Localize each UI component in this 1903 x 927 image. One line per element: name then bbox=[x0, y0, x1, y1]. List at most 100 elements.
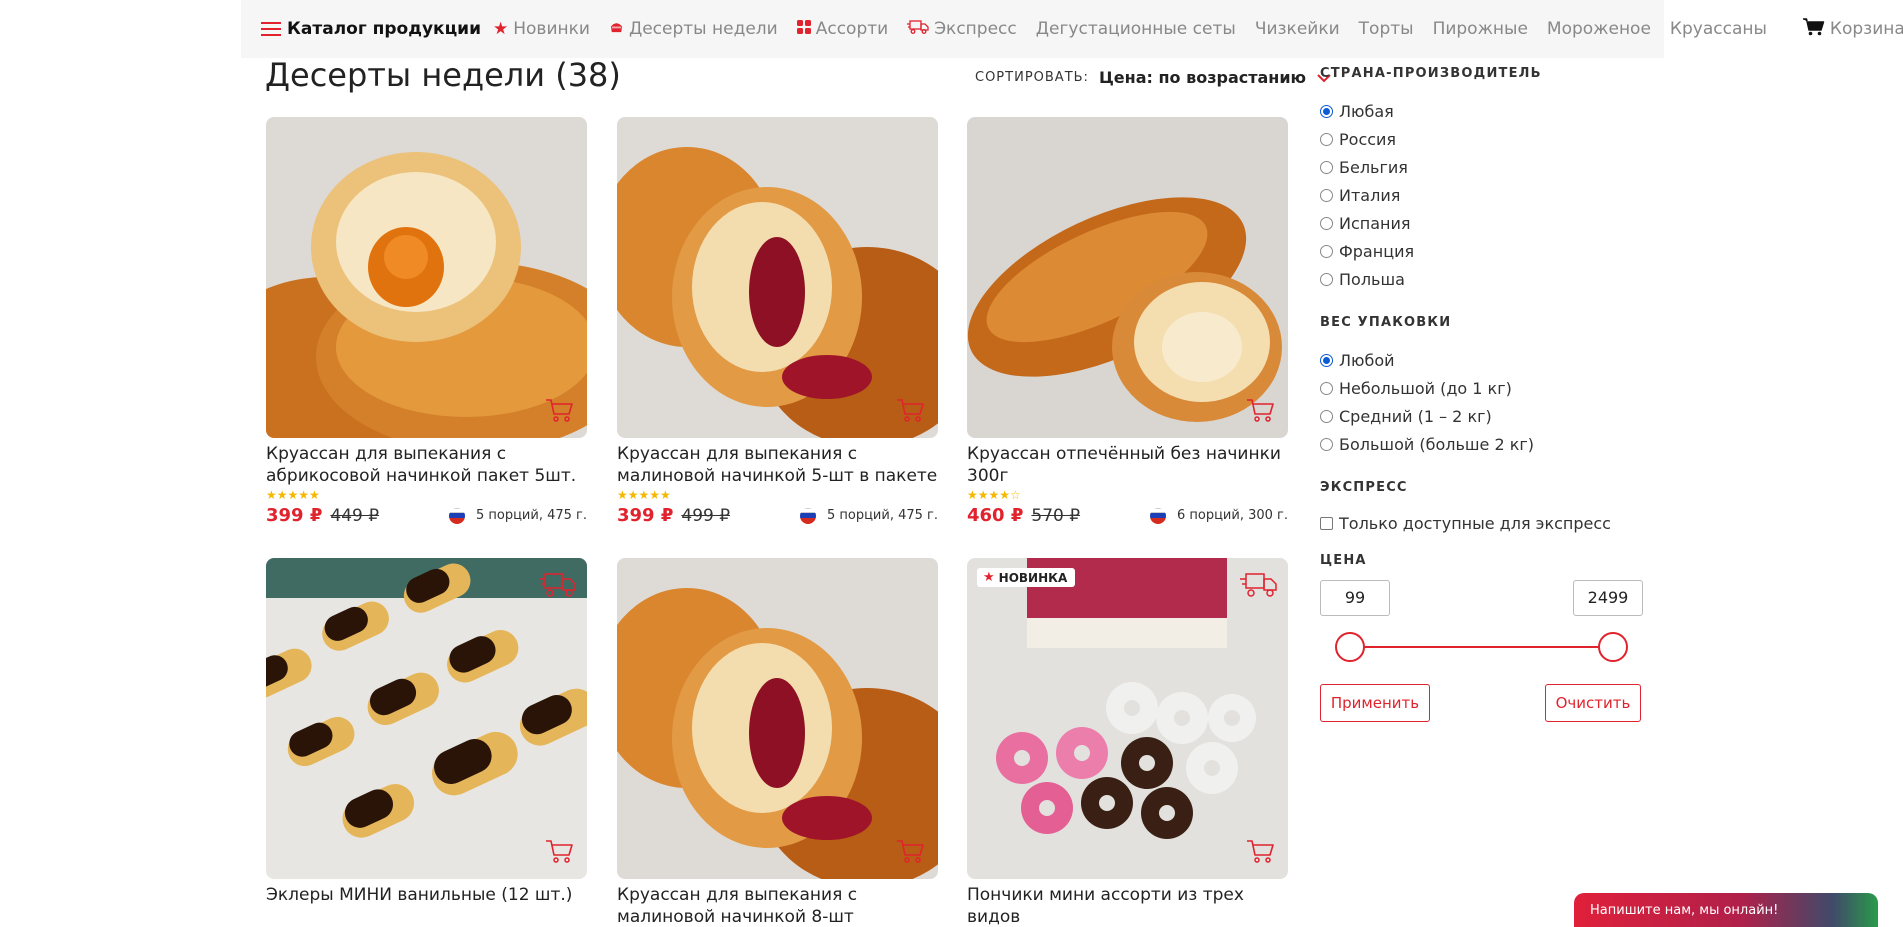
old-price: 449 ₽ bbox=[330, 506, 380, 526]
nav-item-express[interactable]: Экспресс bbox=[907, 19, 1017, 39]
country-option[interactable]: Любая bbox=[1320, 97, 1650, 125]
add-to-cart-icon[interactable] bbox=[1246, 398, 1276, 424]
rating-stars: ★★★★★ bbox=[617, 488, 671, 502]
product-name[interactable]: Круассан отпечённый без начинки 300г bbox=[967, 443, 1288, 487]
price-slider[interactable] bbox=[1320, 630, 1650, 664]
radio-button[interactable] bbox=[1320, 272, 1333, 286]
product-image[interactable] bbox=[617, 117, 938, 438]
product-image[interactable]: ★ НОВИНКА bbox=[967, 558, 1288, 879]
sort-dropdown[interactable]: СОРТИРОВАТЬ: Цена: по возрастанию bbox=[975, 68, 1332, 87]
country-option[interactable]: Италия bbox=[1320, 181, 1650, 209]
portion-weight: 5 порций, 475 г. bbox=[826, 508, 938, 523]
product-price: 460 ₽ 570 ₽ bbox=[967, 505, 1080, 526]
product-name[interactable]: Круассан для выпекания с малиновой начин… bbox=[617, 884, 938, 927]
option-label: Испания bbox=[1339, 213, 1411, 233]
product-name[interactable]: Круассан для выпекания с малиновой начин… bbox=[617, 443, 938, 487]
nav-item-label: Круассаны bbox=[1669, 19, 1767, 39]
product-image[interactable] bbox=[266, 117, 587, 438]
nav-item-label: Новинки bbox=[513, 19, 590, 39]
product-name[interactable]: Круассан для выпекания с абрикосовой нач… bbox=[266, 443, 587, 487]
weight-options: Любой Небольшой (до 1 кг) Средний (1 – 2… bbox=[1320, 346, 1650, 458]
nav-catalog[interactable]: Каталог продукции bbox=[261, 19, 481, 39]
product-name[interactable]: Эклеры МИНИ ванильные (12 шт.) bbox=[266, 884, 587, 927]
radio-button[interactable] bbox=[1320, 437, 1333, 451]
add-to-cart-icon[interactable] bbox=[545, 839, 575, 865]
add-to-cart-icon[interactable] bbox=[896, 398, 926, 424]
product-meta: 5 порций, 475 г. bbox=[448, 507, 587, 524]
country-option[interactable]: Бельгия bbox=[1320, 153, 1650, 181]
chat-widget[interactable]: Напишите нам, мы онлайн! bbox=[1574, 893, 1878, 927]
product-image[interactable] bbox=[617, 558, 938, 879]
menu-icon bbox=[261, 22, 281, 36]
add-to-cart-icon[interactable] bbox=[1246, 839, 1276, 865]
price-row: 460 ₽ 570 ₽ 6 порций, 300 г. bbox=[967, 505, 1288, 526]
slider-max-handle[interactable] bbox=[1598, 632, 1628, 662]
product-card[interactable]: Круассан для выпекания с малиновой начин… bbox=[617, 117, 938, 526]
checkbox[interactable] bbox=[1320, 516, 1333, 530]
country-option[interactable]: Франция bbox=[1320, 237, 1650, 265]
weight-option[interactable]: Любой bbox=[1320, 346, 1650, 374]
current-price: 399 ₽ bbox=[266, 505, 323, 526]
nav-item-label: Торты bbox=[1358, 19, 1414, 39]
nav-item-label: Экспресс bbox=[934, 19, 1017, 39]
nav-item-morozhenoe[interactable]: Мороженое bbox=[1547, 19, 1651, 39]
sort-label: СОРТИРОВАТЬ: bbox=[975, 70, 1089, 85]
russia-flag-icon bbox=[1149, 507, 1166, 524]
country-option[interactable]: Испания bbox=[1320, 209, 1650, 237]
apply-button[interactable]: Применить bbox=[1320, 684, 1430, 722]
product-card[interactable]: Круассан отпечённый без начинки 300г ★★★… bbox=[967, 117, 1288, 526]
slider-min-handle[interactable] bbox=[1335, 632, 1365, 662]
radio-button[interactable] bbox=[1320, 132, 1333, 146]
option-label: Любой bbox=[1339, 350, 1395, 370]
top-nav: Каталог продукции ★ Новинки Десерты неде… bbox=[241, 0, 1903, 58]
clear-button[interactable]: Очистить bbox=[1545, 684, 1641, 722]
country-option[interactable]: Россия bbox=[1320, 125, 1650, 153]
radio-button[interactable] bbox=[1320, 216, 1333, 230]
nav-item-assorti[interactable]: Ассорти bbox=[796, 19, 888, 39]
nav-item-label: Пирожные bbox=[1432, 19, 1528, 39]
add-to-cart-icon[interactable] bbox=[545, 398, 575, 424]
cart-icon bbox=[1802, 17, 1825, 41]
portion-weight: 6 порций, 300 г. bbox=[1176, 508, 1288, 523]
nav-item-pirozhnye[interactable]: Пирожные bbox=[1433, 19, 1528, 39]
express-truck-icon bbox=[539, 573, 576, 597]
radio-button[interactable] bbox=[1320, 244, 1333, 258]
product-card[interactable]: ★ НОВИНКА Пончики мини ассорти из трех ви… bbox=[967, 558, 1288, 927]
product-name[interactable]: Пончики мини ассорти из трех видов bbox=[967, 884, 1288, 927]
nav-item-deserty-nedeli[interactable]: Десерты недели bbox=[609, 19, 778, 39]
product-card[interactable]: Эклеры МИНИ ванильные (12 шт.) ★★★★☆ bbox=[266, 558, 587, 927]
rating-stars: ★★★★★ bbox=[266, 488, 320, 502]
filter-sidebar: СТРАНА-ПРОИЗВОДИТЕЛЬ Любая Россия Бельги… bbox=[1320, 66, 1650, 744]
russia-flag-icon bbox=[448, 507, 465, 524]
nav-item-label: Дегустационные сеты bbox=[1035, 19, 1236, 39]
weight-option[interactable]: Небольшой (до 1 кг) bbox=[1320, 374, 1650, 402]
nav-cart[interactable]: Корзина bbox=[1802, 17, 1903, 41]
product-image[interactable] bbox=[967, 117, 1288, 438]
product-card[interactable]: Круассан для выпекания с абрикосовой нач… bbox=[266, 117, 587, 526]
radio-button[interactable] bbox=[1320, 409, 1333, 423]
weight-option[interactable]: Средний (1 – 2 кг) bbox=[1320, 402, 1650, 430]
radio-button[interactable] bbox=[1320, 160, 1333, 174]
filter-price-title: ЦЕНА bbox=[1320, 553, 1367, 568]
add-to-cart-icon[interactable] bbox=[896, 839, 926, 865]
product-image[interactable] bbox=[266, 558, 587, 879]
nav-item-cheesecakes[interactable]: Чизкейки bbox=[1255, 19, 1340, 39]
weight-option[interactable]: Большой (больше 2 кг) bbox=[1320, 430, 1650, 458]
price-max-input[interactable]: 2499 bbox=[1573, 580, 1643, 616]
nav-item-degust[interactable]: Дегустационные сеты bbox=[1036, 19, 1236, 39]
radio-button[interactable] bbox=[1320, 188, 1333, 202]
nav-item-novinki[interactable]: ★ Новинки bbox=[493, 19, 590, 39]
nav-item-torty[interactable]: Торты bbox=[1359, 19, 1414, 39]
nav-item-kruassany[interactable]: Круассаны bbox=[1670, 19, 1767, 39]
express-only-checkbox[interactable]: Только доступные для экспресс bbox=[1320, 509, 1650, 537]
price-min-input[interactable]: 99 bbox=[1320, 580, 1390, 616]
filter-express-title: ЭКСПРЕСС bbox=[1320, 480, 1408, 495]
radio-button[interactable] bbox=[1320, 353, 1333, 367]
product-meta: 6 порций, 300 г. bbox=[1149, 507, 1288, 524]
radio-button[interactable] bbox=[1320, 104, 1333, 118]
radio-button[interactable] bbox=[1320, 381, 1333, 395]
nav-catalog-label: Каталог продукции bbox=[287, 19, 481, 39]
express-truck-icon bbox=[1240, 573, 1277, 597]
product-card[interactable]: Круассан для выпекания с малиновой начин… bbox=[617, 558, 938, 927]
country-option[interactable]: Польша bbox=[1320, 265, 1650, 293]
